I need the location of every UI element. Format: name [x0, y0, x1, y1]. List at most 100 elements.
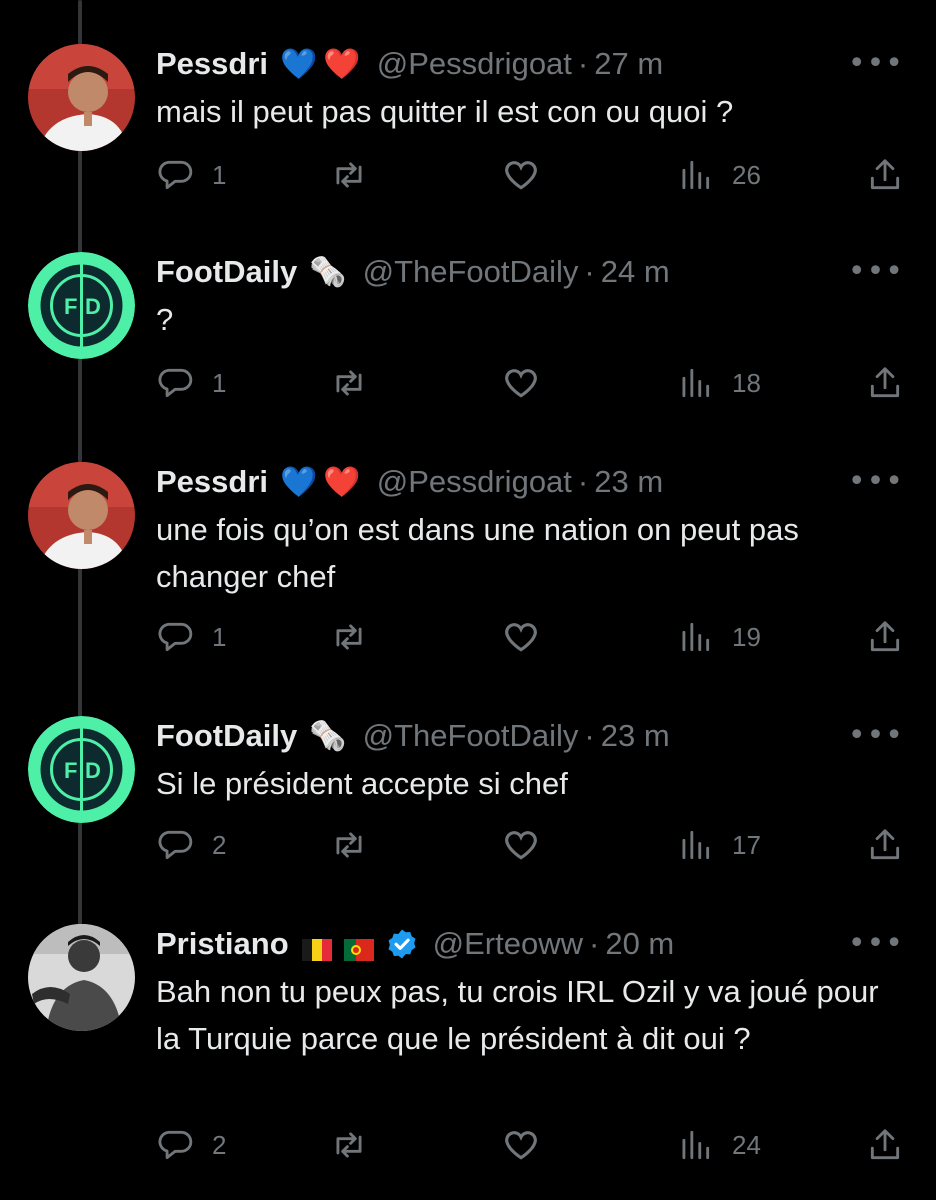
- tweet-actions: 1 19: [0, 612, 936, 662]
- avatar-pessdri[interactable]: [28, 462, 135, 569]
- reply-count: 1: [212, 159, 227, 190]
- reply-count: 2: [212, 829, 227, 860]
- like-button[interactable]: [502, 358, 540, 408]
- retweet-icon: [336, 1132, 362, 1158]
- timestamp[interactable]: 23 m: [601, 718, 670, 754]
- blue-heart-icon: 💙: [280, 46, 318, 82]
- belgium-flag-icon: 🇧🇪: [301, 933, 333, 961]
- more-options-icon[interactable]: •••: [848, 46, 904, 81]
- retweet-icon: [336, 832, 362, 858]
- retweet-button[interactable]: [330, 150, 368, 200]
- timestamp[interactable]: 24 m: [601, 254, 670, 290]
- reply-button[interactable]: 2: [156, 820, 226, 870]
- avatar-footdaily[interactable]: F D: [28, 252, 135, 359]
- verified-badge-icon: [385, 927, 419, 961]
- like-button[interactable]: [502, 1120, 540, 1170]
- view-count: 24: [732, 1129, 761, 1160]
- reply-button[interactable]: 2: [156, 1120, 226, 1170]
- more-options-icon[interactable]: •••: [848, 718, 904, 753]
- like-button[interactable]: [502, 820, 540, 870]
- separator-dot: ·: [584, 254, 595, 289]
- display-name[interactable]: FootDaily: [156, 254, 297, 290]
- more-options-icon[interactable]: •••: [848, 926, 904, 961]
- user-handle[interactable]: @Pessdrigoat: [377, 46, 572, 82]
- display-name[interactable]: FootDaily: [156, 718, 297, 754]
- tweet-actions: 2 17: [0, 820, 936, 870]
- view-count: 17: [732, 829, 761, 860]
- svg-text:F: F: [64, 294, 77, 319]
- svg-text:D: D: [85, 294, 101, 319]
- newspaper-icon: 🗞️: [309, 718, 347, 754]
- views-icon: [682, 160, 710, 190]
- red-heart-icon: ❤️: [323, 464, 361, 500]
- reply-icon: [158, 1130, 193, 1160]
- tweet-text: Bah non tu peux pas, tu crois IRL Ozil y…: [156, 974, 879, 1056]
- footdaily-logo-icon: F D: [28, 252, 135, 359]
- user-handle[interactable]: @TheFootDaily: [363, 254, 579, 290]
- timestamp[interactable]: 20 m: [605, 926, 674, 962]
- user-handle[interactable]: @TheFootDaily: [363, 718, 579, 754]
- views-icon: [682, 622, 710, 652]
- reply-button[interactable]: 1: [156, 150, 226, 200]
- avatar-footdaily[interactable]: F D: [28, 716, 135, 823]
- reply-button[interactable]: 1: [156, 612, 226, 662]
- svg-text:F: F: [64, 758, 77, 783]
- like-button[interactable]: [502, 150, 540, 200]
- tweet-header: FootDaily 🗞️ @TheFootDaily · 24 m: [156, 252, 876, 292]
- footdaily-logo-icon: F D: [28, 716, 135, 823]
- views-button[interactable]: 18: [676, 358, 761, 408]
- view-count: 19: [732, 621, 761, 652]
- retweet-button[interactable]: [330, 612, 368, 662]
- user-handle[interactable]: @Erteoww: [433, 926, 583, 962]
- share-button[interactable]: [866, 820, 904, 870]
- share-button[interactable]: [866, 612, 904, 662]
- retweet-icon: [336, 624, 362, 650]
- tweet-text: mais il peut pas quitter il est con ou q…: [156, 94, 734, 129]
- red-heart-icon: ❤️: [323, 46, 361, 82]
- timestamp[interactable]: 23 m: [594, 464, 663, 500]
- avatar-image: [28, 462, 135, 569]
- tweet-header: FootDaily 🗞️ @TheFootDaily · 23 m: [156, 716, 876, 756]
- share-icon: [870, 159, 900, 190]
- separator-dot: ·: [589, 926, 600, 961]
- view-count: 26: [732, 159, 761, 190]
- views-icon: [682, 830, 710, 860]
- share-button[interactable]: [866, 1120, 904, 1170]
- more-options-icon[interactable]: •••: [848, 254, 904, 289]
- avatar-pessdri[interactable]: [28, 44, 135, 151]
- blue-heart-icon: 💙: [280, 464, 318, 500]
- retweet-button[interactable]: [330, 820, 368, 870]
- views-button[interactable]: 17: [676, 820, 761, 870]
- tweet-text: ?: [156, 302, 174, 337]
- portugal-flag-icon: 🇵🇹: [343, 933, 375, 961]
- share-button[interactable]: [866, 150, 904, 200]
- like-button[interactable]: [502, 612, 540, 662]
- separator-dot: ·: [577, 464, 589, 499]
- views-button[interactable]: 26: [676, 150, 761, 200]
- tweet-actions: 1 18: [0, 358, 936, 408]
- tweet-header: Pessdri 💙 ❤️ @Pessdrigoat · 27 m: [156, 44, 876, 84]
- reply-count: 1: [212, 367, 227, 398]
- share-button[interactable]: [866, 358, 904, 408]
- avatar-image: [28, 924, 135, 1031]
- tweet-header: Pessdri 💙 ❤️ @Pessdrigoat · 23 m: [156, 462, 876, 502]
- display-name[interactable]: Pristiano: [156, 926, 289, 962]
- tweet-text: une fois qu’on est dans une nation on pe…: [156, 512, 799, 594]
- reply-icon: [158, 160, 193, 190]
- reply-count: 1: [212, 621, 227, 652]
- retweet-button[interactable]: [330, 358, 368, 408]
- views-button[interactable]: 24: [676, 1120, 761, 1170]
- reply-button[interactable]: 1: [156, 358, 226, 408]
- display-name[interactable]: Pessdri: [156, 46, 268, 82]
- share-icon: [870, 1129, 900, 1160]
- more-options-icon[interactable]: •••: [848, 464, 904, 499]
- avatar-pristiano[interactable]: [28, 924, 135, 1031]
- retweet-icon: [336, 162, 362, 188]
- display-name[interactable]: Pessdri: [156, 464, 268, 500]
- user-handle[interactable]: @Pessdrigoat: [377, 464, 572, 500]
- svg-text:D: D: [85, 758, 101, 783]
- reply-count: 2: [212, 1129, 227, 1160]
- timestamp[interactable]: 27 m: [594, 46, 663, 82]
- views-button[interactable]: 19: [676, 612, 761, 662]
- retweet-button[interactable]: [330, 1120, 368, 1170]
